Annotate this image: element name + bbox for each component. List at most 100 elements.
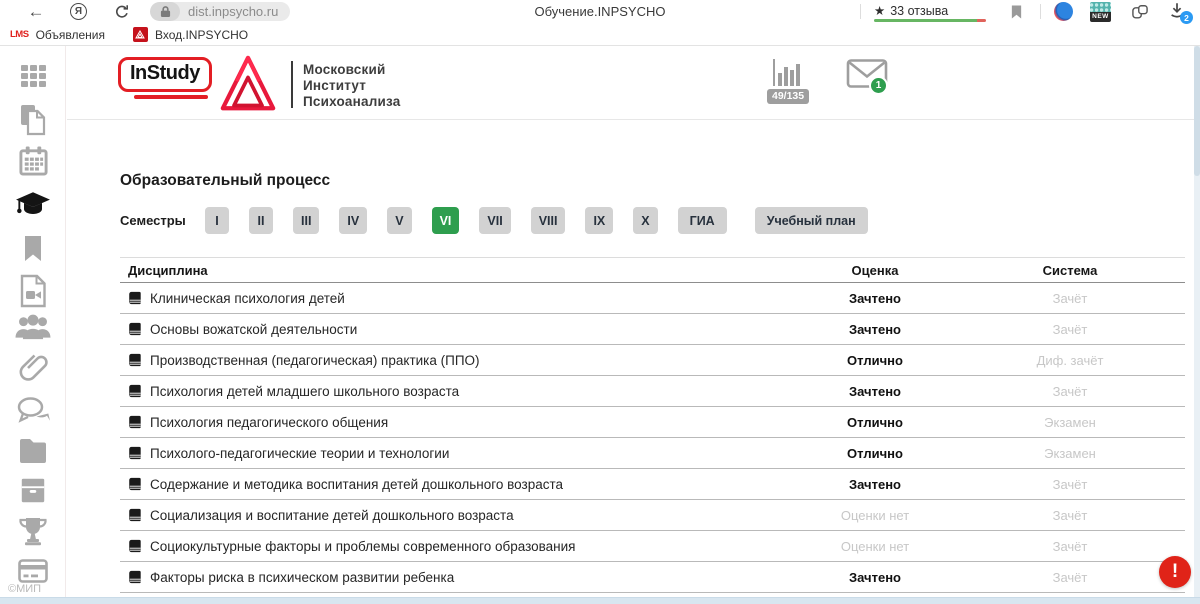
grade-value: Зачтено [795, 477, 955, 492]
grade-value: Зачтено [795, 291, 955, 306]
institute-name: Московский Институт Психоанализа [303, 62, 400, 110]
table-row[interactable]: Социализация и воспитание детей дошкольн… [120, 500, 1185, 531]
attachment-icon [17, 350, 49, 384]
sidebar-item-video-materials[interactable] [0, 274, 66, 308]
mip-triangle-icon [220, 55, 276, 113]
table-row[interactable]: Психолого-педагогические теории и технол… [120, 438, 1185, 469]
bookmark-flag-icon[interactable] [1006, 2, 1026, 22]
discipline-name: Психолого-педагогические теории и технол… [150, 446, 449, 461]
new-badge: NEW [1090, 12, 1111, 22]
grading-system: Зачёт [955, 322, 1185, 337]
book-icon [128, 477, 142, 491]
archive-box-icon [18, 476, 48, 505]
table-row[interactable]: Основы вожатской деятельности Зачтено За… [120, 314, 1185, 345]
sidebar-item-people[interactable] [0, 312, 66, 342]
semester-tab-6-active[interactable]: VI [432, 207, 460, 234]
table-row[interactable]: Производственная (педагогическая) практи… [120, 345, 1185, 376]
browser-extension-icon-2[interactable] [1130, 2, 1150, 22]
semesters-label: Семестры [120, 213, 186, 228]
semester-tab-gia[interactable]: ГИА [678, 207, 727, 234]
semester-tab-8[interactable]: VIII [531, 207, 566, 234]
semester-tab-5[interactable]: V [387, 207, 411, 234]
semester-tab-10[interactable]: X [633, 207, 657, 234]
lms-favicon: LMS [10, 29, 29, 40]
discipline-name: Психология детей младшего школьного возр… [150, 384, 459, 399]
semester-tab-7[interactable]: VII [479, 207, 510, 234]
sidebar-item-messages[interactable] [0, 394, 66, 426]
bar-chart-icon [770, 57, 802, 88]
table-row[interactable]: Психология детей младшего школьного возр… [120, 376, 1185, 407]
mip-logo[interactable] [220, 55, 276, 118]
book-icon [128, 415, 142, 429]
alert-notification-button[interactable]: ! [1159, 556, 1191, 588]
table-row[interactable]: Содержание и методика воспитания детей д… [120, 469, 1185, 500]
downloads-icon[interactable]: 2 [1168, 1, 1190, 23]
table-row[interactable]: Клиническая психология детей Зачтено Зач… [120, 283, 1185, 314]
book-icon [128, 570, 142, 584]
browser-extension-icon-1[interactable] [1054, 2, 1073, 21]
semester-tab-4[interactable]: IV [339, 207, 367, 234]
book-icon [128, 353, 142, 367]
grade-value: Отлично [795, 353, 955, 368]
bottom-edge-strip [0, 597, 1200, 604]
semester-tab-2[interactable]: II [249, 207, 273, 234]
book-icon [128, 322, 142, 336]
browser-extension-new-icon[interactable]: NEW [1090, 2, 1111, 22]
sidebar-item-apps[interactable] [0, 61, 66, 91]
sidebar-item-documents[interactable] [0, 103, 66, 136]
toolbar-separator [1040, 4, 1041, 19]
credit-card-icon [17, 558, 49, 585]
grade-value: Оценки нет [795, 539, 955, 554]
discipline-name: Содержание и методика воспитания детей д… [150, 477, 563, 492]
grading-system: Экзамен [955, 446, 1185, 461]
instudy-logo[interactable]: InStudy [118, 57, 212, 99]
bookmark-inpsycho[interactable]: Вход.INPSYCHO [133, 27, 248, 42]
table-row[interactable]: Факторы риска в психическом развитии реб… [120, 562, 1185, 593]
people-icon [15, 312, 51, 342]
grade-value: Оценки нет [795, 508, 955, 523]
curriculum-plan-button[interactable]: Учебный план [755, 207, 868, 234]
grading-system: Зачёт [955, 384, 1185, 399]
column-header-discipline: Дисциплина [120, 263, 795, 278]
bookmark-label: Объявления [36, 28, 105, 42]
sidebar-nav: ©МИП [0, 46, 66, 597]
table-row[interactable]: Психология педагогического общения Отлич… [120, 407, 1185, 438]
bookmark-lms[interactable]: LMS Объявления [10, 28, 105, 42]
sidebar-item-attachments[interactable] [0, 350, 66, 384]
folder-icon [17, 437, 49, 465]
sidebar-item-calendar[interactable] [0, 145, 66, 176]
grade-value: Зачтено [795, 570, 955, 585]
semester-tab-3[interactable]: III [293, 207, 319, 234]
sidebar-item-awards[interactable] [0, 515, 66, 547]
bookmarks-bar: LMS Объявления Вход.INPSYCHO [0, 24, 1200, 46]
sidebar-item-education-active[interactable] [0, 191, 66, 221]
grade-value: Зачтено [795, 384, 955, 399]
sidebar-item-archive[interactable] [0, 476, 66, 505]
browser-toolbar: ← Я dist.inpsycho.ru Обучение.INPSYCHO ★… [0, 0, 1200, 24]
sidebar-item-folders[interactable] [0, 437, 66, 465]
semester-tab-9[interactable]: IX [585, 207, 613, 234]
discipline-name: Факторы риска в психическом развитии реб… [150, 570, 454, 585]
site-reviews-button[interactable]: ★ 33 отзыва [874, 3, 948, 18]
discipline-name: Психология педагогического общения [150, 415, 388, 430]
logo-divider [291, 61, 293, 108]
semester-tab-1[interactable]: I [205, 207, 229, 234]
reviews-rating-bar [874, 19, 986, 22]
book-icon [128, 384, 142, 398]
video-file-icon [18, 274, 48, 308]
mail-unread-badge: 1 [869, 76, 888, 95]
table-header-row: Дисциплина Оценка Система [120, 257, 1185, 283]
institute-line: Московский [303, 62, 400, 78]
discipline-name: Основы вожатской деятельности [150, 322, 357, 337]
table-row[interactable]: Социокультурные факторы и проблемы совре… [120, 531, 1185, 562]
grading-system: Зачёт [955, 477, 1185, 492]
chat-icon [16, 394, 50, 426]
graduation-cap-icon [15, 191, 51, 221]
progress-stats-button[interactable] [770, 57, 802, 93]
institute-line: Институт [303, 78, 400, 94]
sidebar-item-payments[interactable] [0, 558, 66, 585]
reviews-label: 33 отзыва [890, 4, 948, 18]
grade-value: Зачтено [795, 322, 955, 337]
scrollbar-thumb[interactable] [1194, 46, 1200, 176]
sidebar-item-bookmarks[interactable] [0, 234, 66, 263]
